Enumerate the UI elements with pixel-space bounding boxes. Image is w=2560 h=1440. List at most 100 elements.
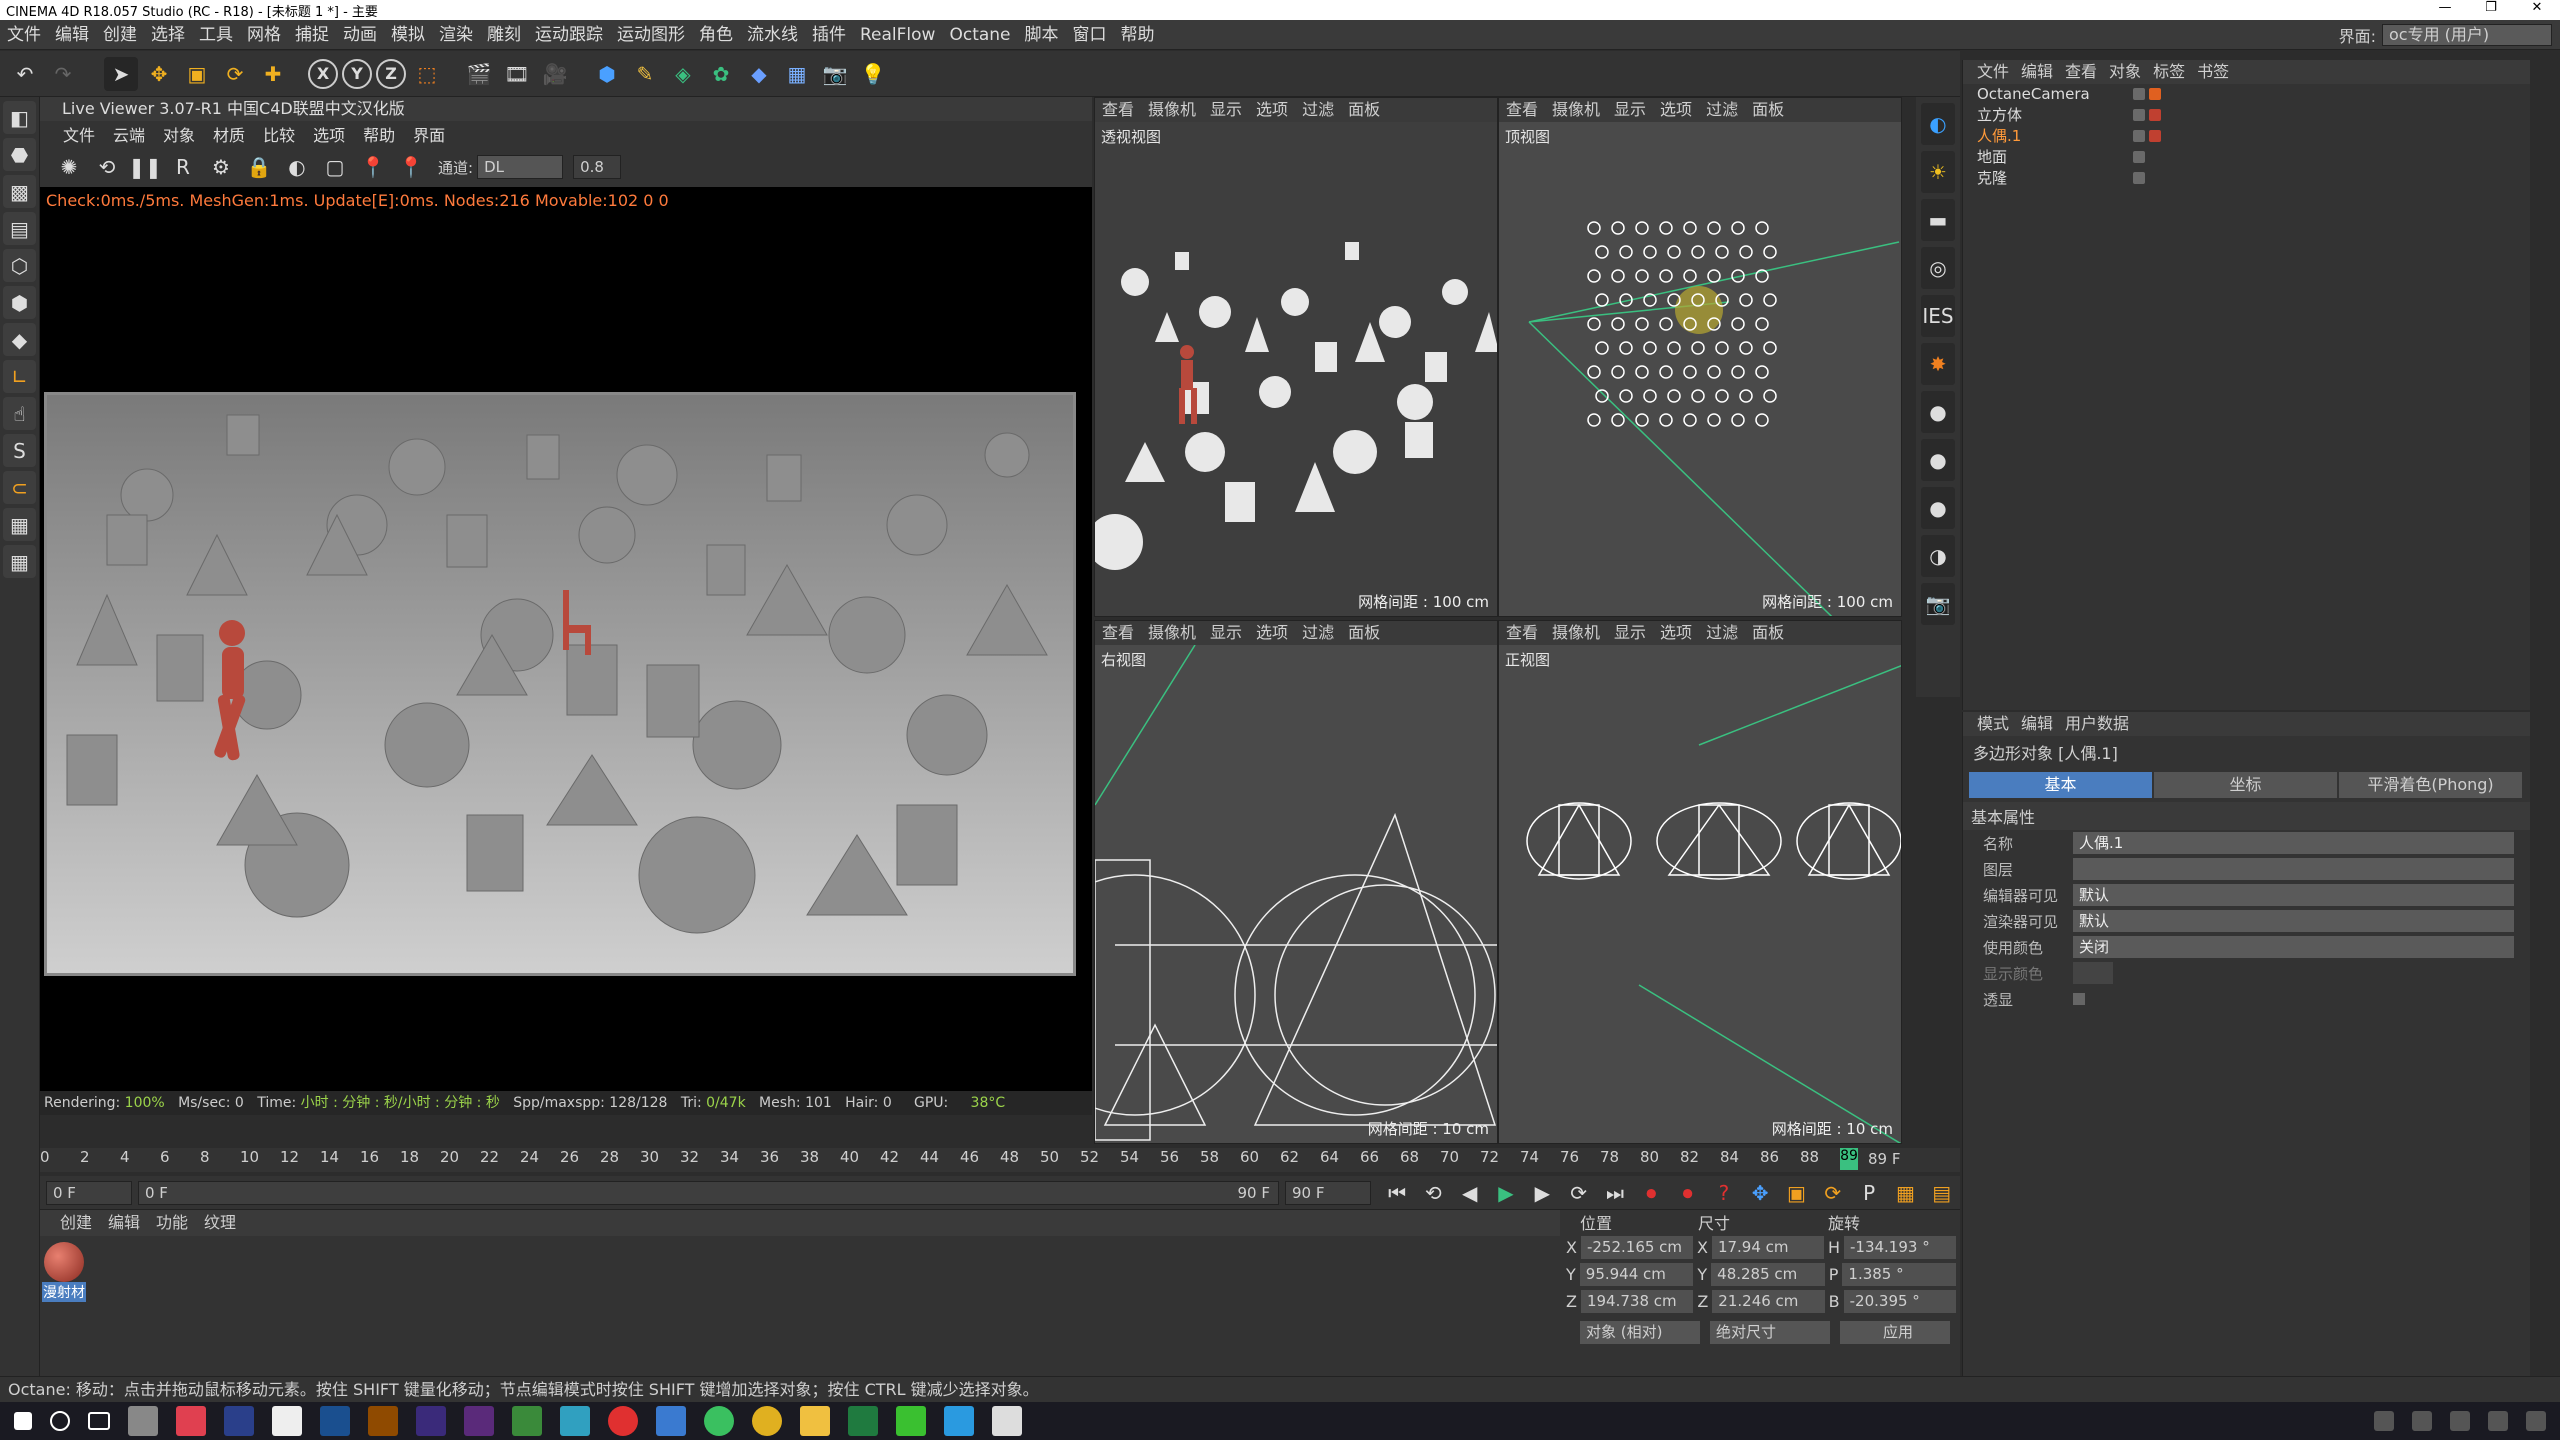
vp-menu-cameras[interactable]: 摄像机 bbox=[1141, 621, 1203, 645]
lv-menu-compare[interactable]: 比较 bbox=[254, 122, 304, 146]
lv-menu-objects[interactable]: 对象 bbox=[154, 122, 204, 146]
lock-icon[interactable]: ▦ bbox=[3, 545, 36, 578]
axis-x-button[interactable]: X bbox=[308, 58, 338, 89]
prev-frame-icon[interactable]: ◀ bbox=[1454, 1176, 1486, 1210]
pick-material-icon[interactable]: 📍 bbox=[394, 150, 428, 184]
subdivision-icon[interactable]: ◈ bbox=[666, 57, 700, 91]
rotation-p-field[interactable]: 1.385 ° bbox=[1842, 1263, 1956, 1286]
restart-render-icon[interactable]: ⟲ bbox=[90, 150, 124, 184]
lv-menu-materials[interactable]: 材质 bbox=[204, 122, 254, 146]
pause-render-icon[interactable]: ❚❚ bbox=[128, 150, 162, 184]
am-menu-userdata[interactable]: 用户数据 bbox=[2059, 712, 2135, 736]
clay-render-icon[interactable]: ◐ bbox=[280, 150, 314, 184]
sun-light-icon[interactable]: ☀ bbox=[1921, 151, 1955, 193]
menu-create[interactable]: 创建 bbox=[96, 20, 144, 50]
axis-z-button[interactable]: Z bbox=[376, 58, 406, 89]
region-render-icon[interactable]: R bbox=[166, 150, 200, 184]
menu-script[interactable]: 脚本 bbox=[1018, 20, 1066, 50]
prop-xray-checkbox[interactable] bbox=[2073, 993, 2085, 1005]
om-menu-tags[interactable]: 标签 bbox=[2147, 60, 2191, 84]
vp-menu-view[interactable]: 查看 bbox=[1499, 98, 1545, 122]
object-row-cube[interactable]: 立方体 bbox=[1963, 105, 2530, 126]
scatter-icon[interactable]: ✸ bbox=[1921, 343, 1955, 385]
photoshop-icon[interactable] bbox=[320, 1406, 350, 1436]
menu-select[interactable]: 选择 bbox=[144, 20, 192, 50]
tab-phong[interactable]: 平滑着色(Phong) bbox=[2339, 772, 2522, 798]
timeline-playhead[interactable]: 89 bbox=[1840, 1148, 1858, 1170]
menu-edit[interactable]: 编辑 bbox=[48, 20, 96, 50]
vp-menu-panel[interactable]: 面板 bbox=[1341, 98, 1387, 122]
texture-mode-icon[interactable]: ▩ bbox=[3, 175, 36, 208]
om-menu-edit[interactable]: 编辑 bbox=[2015, 60, 2059, 84]
prop-layer-field[interactable] bbox=[2073, 858, 2514, 880]
vp-menu-panel[interactable]: 面板 bbox=[1745, 621, 1791, 645]
tray-icon[interactable] bbox=[2412, 1411, 2432, 1431]
rotation-h-field[interactable]: -134.193 ° bbox=[1844, 1236, 1957, 1259]
start-icon[interactable] bbox=[14, 1412, 32, 1430]
menu-plugins[interactable]: 插件 bbox=[805, 20, 853, 50]
prop-name-field[interactable]: 人偶.1 bbox=[2073, 832, 2514, 854]
position-y-field[interactable]: 95.944 cm bbox=[1579, 1263, 1694, 1286]
next-key-icon[interactable]: ⟳ bbox=[1562, 1176, 1594, 1210]
after-effects-icon[interactable] bbox=[416, 1406, 446, 1436]
menu-sculpt[interactable]: 雕刻 bbox=[480, 20, 528, 50]
diffuse-material-icon[interactable]: ● bbox=[1921, 391, 1955, 433]
file-explorer-icon[interactable] bbox=[800, 1406, 830, 1436]
position-z-field[interactable]: 194.738 cm bbox=[1580, 1290, 1694, 1313]
vp-menu-cameras[interactable]: 摄像机 bbox=[1545, 98, 1607, 122]
pen-icon[interactable]: ✎ bbox=[628, 57, 662, 91]
object-row-figure[interactable]: 人偶.1 bbox=[1963, 126, 2530, 147]
redo-icon[interactable]: ↷ bbox=[46, 57, 80, 91]
apply-button[interactable]: 应用 bbox=[1840, 1320, 1950, 1344]
area-light-icon[interactable]: ▬ bbox=[1921, 199, 1955, 241]
app-icon[interactable] bbox=[512, 1406, 542, 1436]
magnet-icon[interactable]: ⊂ bbox=[3, 471, 36, 504]
specular-material-icon[interactable]: ● bbox=[1921, 487, 1955, 529]
app-icon[interactable] bbox=[656, 1406, 686, 1436]
param-key-icon[interactable]: P bbox=[1853, 1176, 1885, 1210]
add-icon[interactable]: ✚ bbox=[256, 57, 290, 91]
notification-icon[interactable] bbox=[2526, 1411, 2546, 1431]
chrome-icon[interactable] bbox=[752, 1406, 782, 1436]
maximize-button[interactable]: ❐ bbox=[2468, 0, 2514, 15]
vp-menu-cameras[interactable]: 摄像机 bbox=[1545, 621, 1607, 645]
tweak-icon[interactable]: ☝ bbox=[3, 397, 36, 430]
pick-focus-icon[interactable]: 📍 bbox=[356, 150, 390, 184]
keyframe-selection-icon[interactable]: ? bbox=[1708, 1176, 1740, 1210]
render-settings-icon[interactable]: 🎥 bbox=[538, 57, 572, 91]
rotate-icon[interactable]: ⟳ bbox=[218, 57, 252, 91]
size-y-field[interactable]: 48.285 cm bbox=[1711, 1263, 1825, 1286]
am-menu-mode[interactable]: 模式 bbox=[1971, 712, 2015, 736]
right-viewport[interactable]: 查看 摄像机 显示 选项 过滤 面板 右视图 网格间距 : 10 cm bbox=[1094, 620, 1498, 1144]
cube-icon[interactable]: ⬢ bbox=[590, 57, 624, 91]
premiere-icon[interactable] bbox=[464, 1406, 494, 1436]
octane-live-viewer-icon[interactable]: ◐ bbox=[1921, 103, 1955, 145]
object-row-cloner[interactable]: 克隆 bbox=[1963, 168, 2530, 189]
illustrator-icon[interactable] bbox=[368, 1406, 398, 1436]
om-menu-view[interactable]: 查看 bbox=[2059, 60, 2103, 84]
next-frame-icon[interactable]: ▶ bbox=[1526, 1176, 1558, 1210]
menu-tools[interactable]: 工具 bbox=[192, 20, 240, 50]
timeline-window-icon[interactable]: ▤ bbox=[1926, 1176, 1958, 1210]
deformer-icon[interactable]: ◆ bbox=[742, 57, 776, 91]
app-icon[interactable] bbox=[128, 1406, 158, 1436]
app-icon[interactable] bbox=[704, 1406, 734, 1436]
coordinate-system-icon[interactable]: ⬚ bbox=[410, 57, 444, 91]
channel-value-field[interactable]: 0.8 bbox=[573, 155, 622, 179]
am-menu-edit[interactable]: 编辑 bbox=[2015, 712, 2059, 736]
volume-icon[interactable] bbox=[2488, 1411, 2508, 1431]
max-frame-field[interactable]: 90 F bbox=[1284, 1180, 1371, 1205]
menu-render[interactable]: 渲染 bbox=[432, 20, 480, 50]
points-mode-icon[interactable]: ⬡ bbox=[3, 249, 36, 282]
select-arrow-icon[interactable]: ➤ bbox=[104, 56, 138, 91]
om-menu-objects[interactable]: 对象 bbox=[2103, 60, 2147, 84]
object-row-octanecamera[interactable]: OctaneCamera bbox=[1963, 84, 2530, 105]
app-icon[interactable] bbox=[272, 1406, 302, 1436]
cloner-icon[interactable]: ✿ bbox=[704, 57, 738, 91]
menu-motion-tracking[interactable]: 运动跟踪 bbox=[528, 20, 610, 50]
vp-menu-options[interactable]: 选项 bbox=[1653, 98, 1699, 122]
render-image[interactable] bbox=[44, 392, 1076, 976]
coord-mode-select[interactable]: 对象 (相对) bbox=[1580, 1320, 1700, 1344]
settings-gear-icon[interactable]: ⚙ bbox=[204, 150, 238, 184]
photos-icon[interactable] bbox=[992, 1406, 1022, 1436]
